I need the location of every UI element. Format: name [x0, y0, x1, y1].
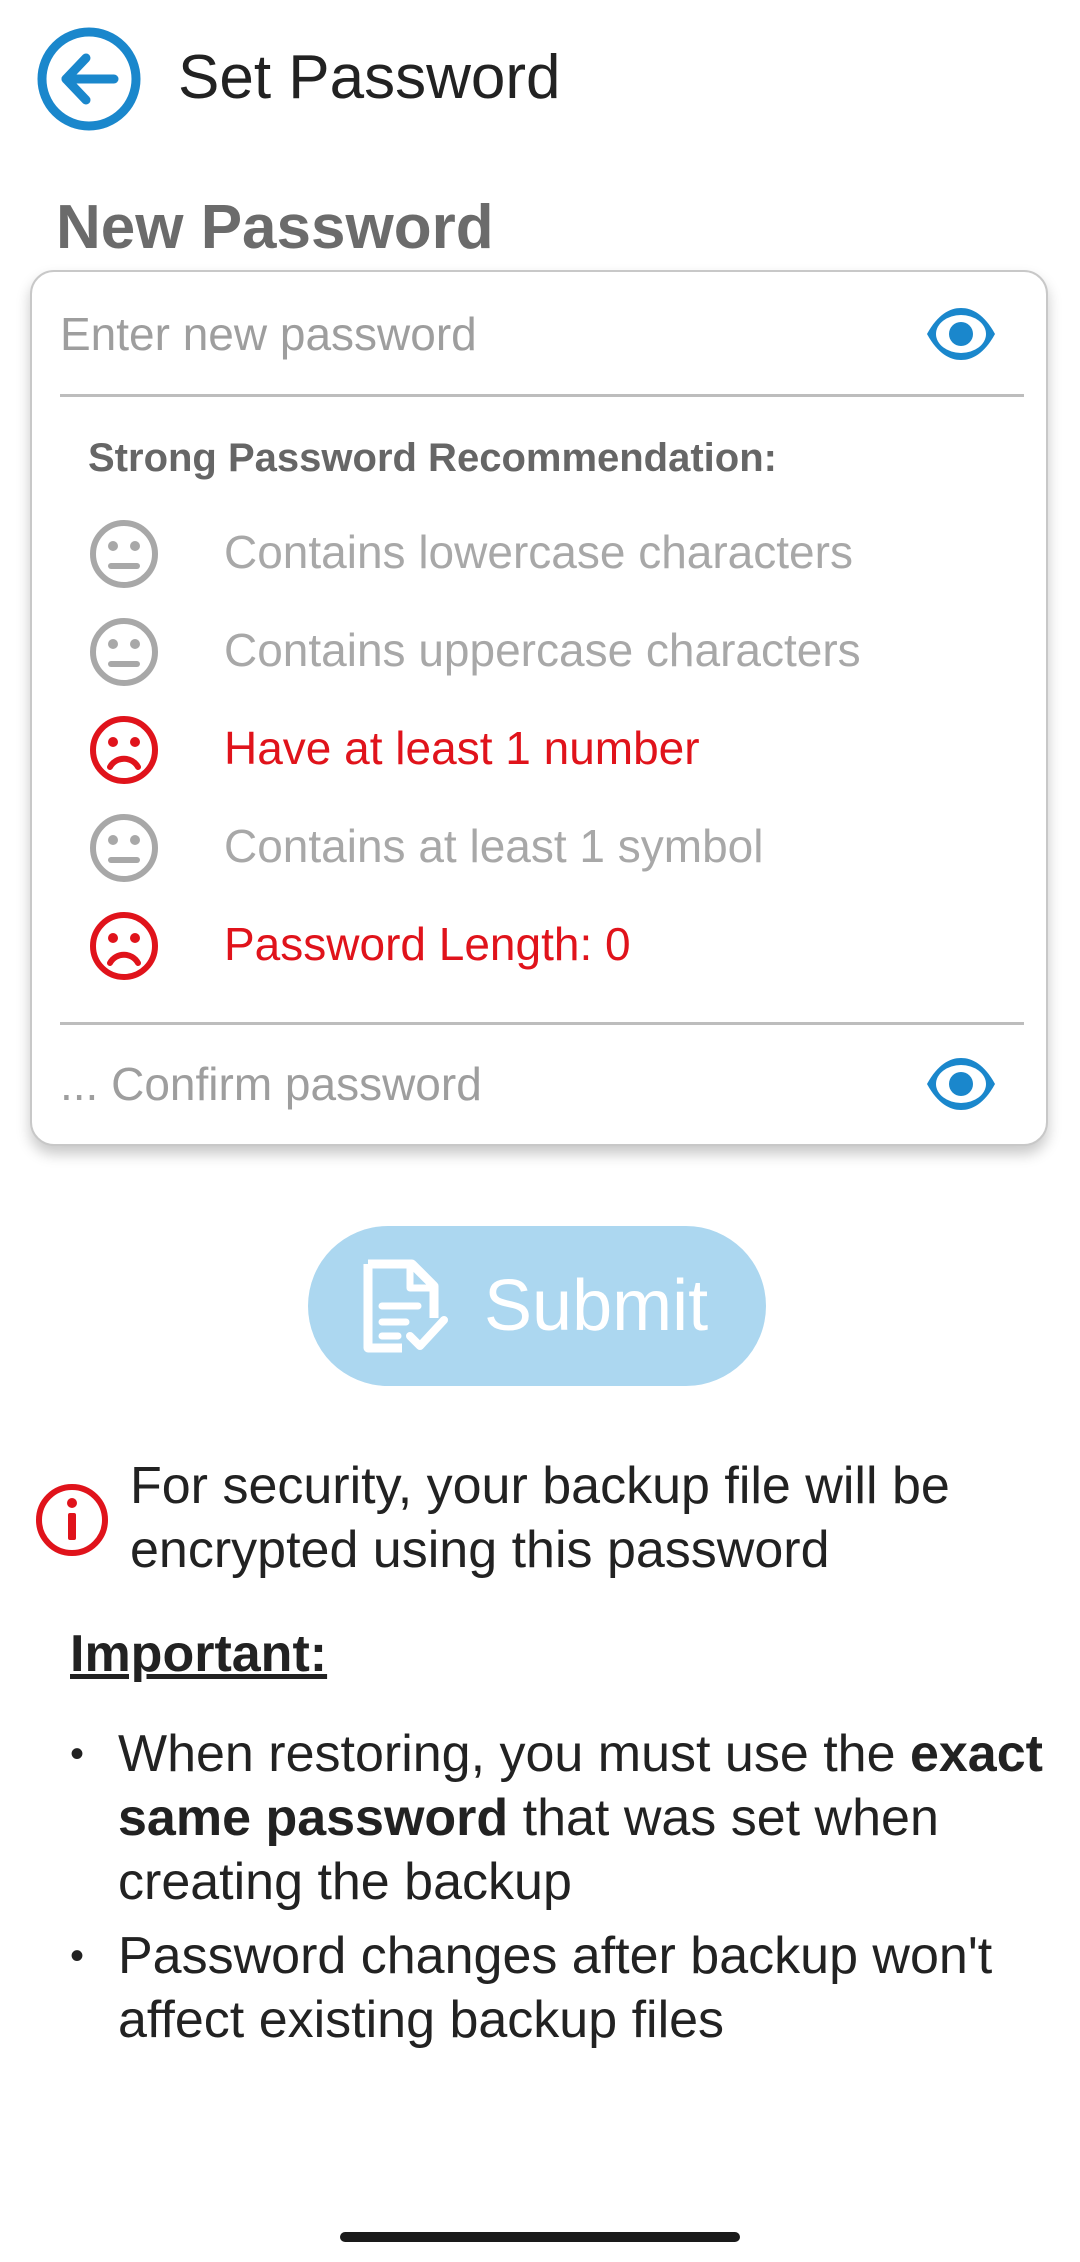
new-password-section-label: New Password [56, 193, 494, 262]
important-item-text: When restoring, you must use the [118, 1725, 910, 1783]
eye-icon [927, 1058, 995, 1110]
bullet-icon: • [70, 1934, 85, 1978]
sad-face-icon [90, 716, 158, 784]
neutral-face-icon [90, 814, 158, 882]
password-card: Strong Password Recommendation: Contains… [30, 270, 1048, 1146]
encryption-info: For security, your backup file will be e… [34, 1454, 1054, 1594]
toggle-new-password-visibility-button[interactable] [924, 304, 998, 364]
confirm-password-input[interactable] [60, 1024, 880, 1144]
bullet-icon: • [70, 1732, 85, 1776]
recommendation-label: Contains uppercase characters [224, 624, 861, 676]
arrow-left-circle-icon [37, 27, 141, 131]
new-password-field [60, 274, 1024, 394]
important-heading: Important: [70, 1625, 328, 1683]
eye-icon [927, 308, 995, 360]
submit-label: Submit [484, 1266, 709, 1346]
recommendation-title: Strong Password Recommendation: [88, 436, 777, 480]
sad-face-icon [90, 912, 158, 980]
neutral-face-icon [90, 520, 158, 588]
recommendation-list: Contains lowercase characters Contains u… [88, 508, 988, 998]
recommendation-item: Password Length: 0 [88, 900, 988, 998]
important-list: • When restoring, you must use the exact… [70, 1722, 1060, 2062]
important-item-text: Password changes after backup won't affe… [118, 1927, 993, 2049]
input-underline [60, 394, 1024, 397]
neutral-face-icon [90, 618, 158, 686]
recommendation-label: Contains at least 1 symbol [224, 820, 764, 872]
important-item: • When restoring, you must use the exact… [70, 1722, 1060, 1914]
recommendation-item: Contains uppercase characters [88, 606, 988, 704]
info-circle-icon [36, 1484, 108, 1556]
recommendation-item: Contains at least 1 symbol [88, 802, 988, 900]
submit-button[interactable]: Submit [308, 1226, 766, 1386]
back-button[interactable] [36, 26, 142, 132]
page-title: Set Password [178, 43, 561, 112]
new-password-input[interactable] [60, 274, 880, 394]
document-check-icon [363, 1259, 448, 1353]
home-indicator [340, 2232, 740, 2242]
recommendation-label: Contains lowercase characters [224, 526, 853, 578]
recommendation-label: Have at least 1 number [224, 722, 700, 774]
app-header: Set Password [0, 0, 1080, 160]
toggle-confirm-password-visibility-button[interactable] [924, 1054, 998, 1114]
recommendation-item: Have at least 1 number [88, 704, 988, 802]
important-item: • Password changes after backup won't af… [70, 1924, 1060, 2052]
recommendation-item: Contains lowercase characters [88, 508, 988, 606]
encryption-info-text: For security, your backup file will be e… [130, 1457, 950, 1579]
recommendation-label: Password Length: 0 [224, 918, 631, 970]
confirm-password-field [60, 1024, 1024, 1144]
